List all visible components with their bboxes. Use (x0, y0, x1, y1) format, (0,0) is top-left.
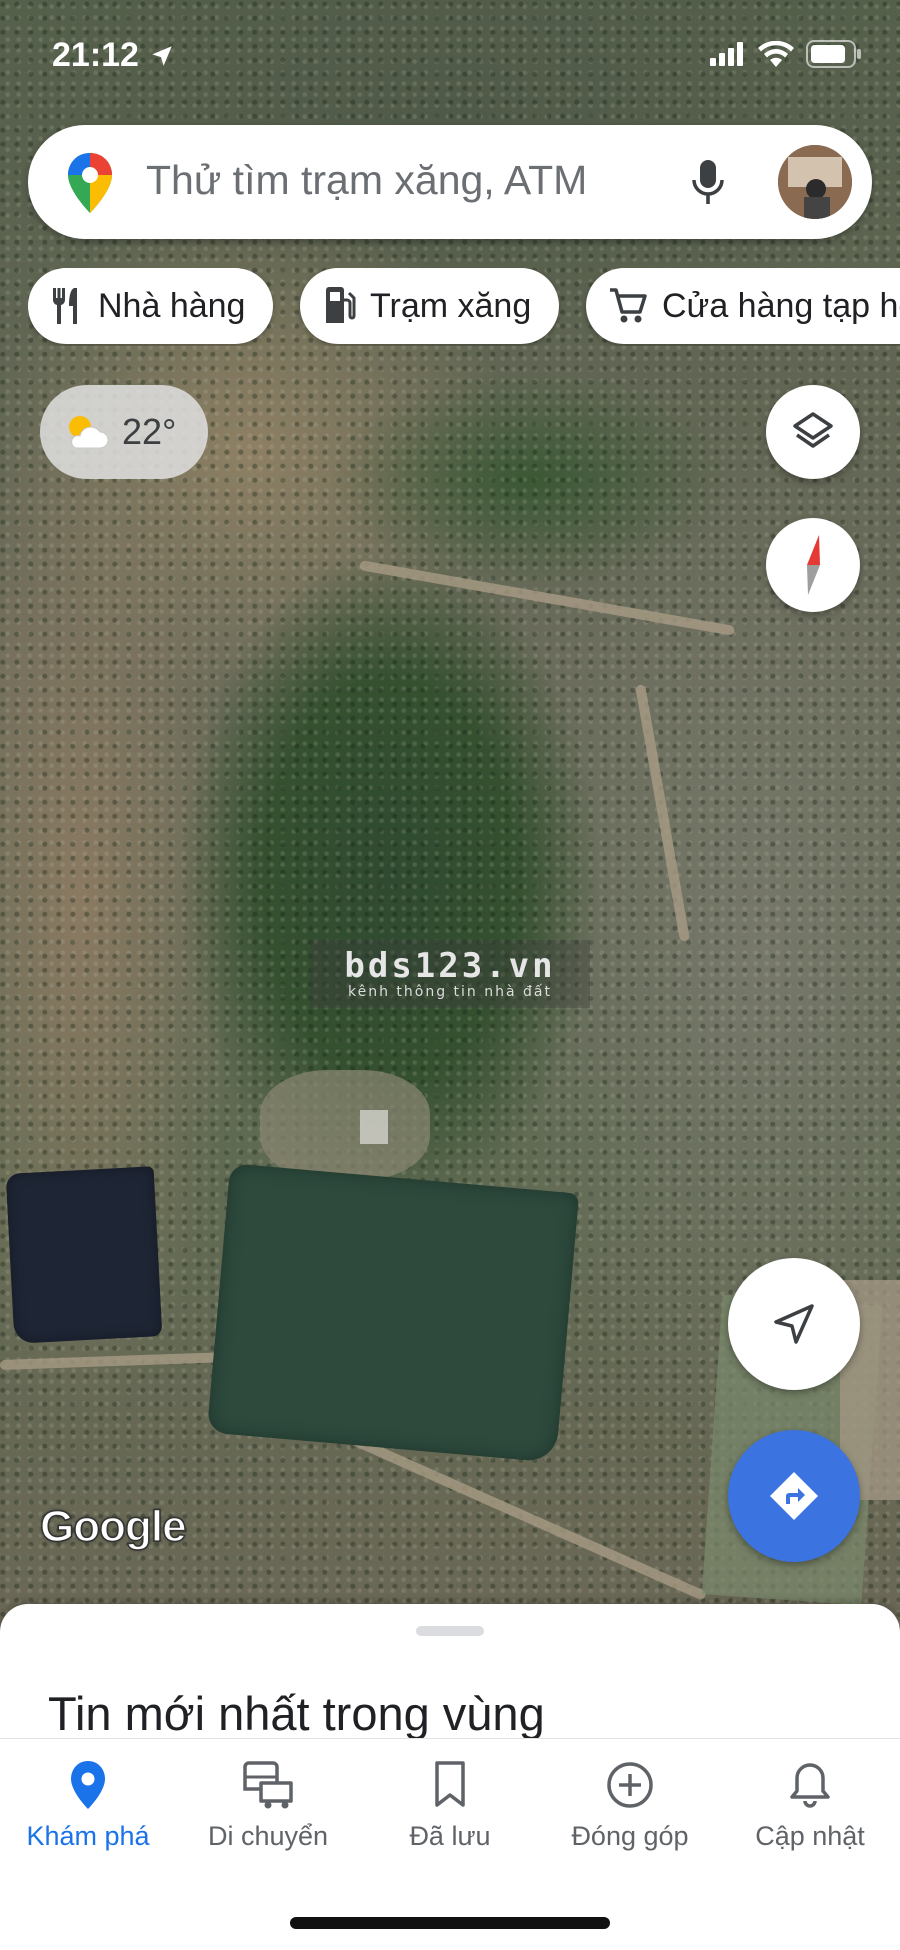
sheet-drag-handle[interactable] (416, 1626, 484, 1636)
home-indicator[interactable] (290, 1917, 610, 1929)
add-circle-icon (607, 1762, 653, 1808)
nav-label: Khám phá (26, 1821, 150, 1851)
search-input[interactable]: Thử tìm trạm xăng, ATM (146, 157, 587, 204)
restaurant-icon (52, 288, 77, 324)
status-bar: 21:12 (0, 0, 900, 100)
nav-label: Đóng góp (571, 1821, 689, 1851)
google-maps-pin-icon (68, 153, 112, 213)
location-arrow-icon (152, 45, 172, 66)
voice-search-button[interactable] (678, 153, 738, 213)
nav-updates[interactable]: Cập nhật (720, 1759, 900, 1852)
search-bar[interactable]: Thử tìm trạm xăng, ATM (28, 125, 872, 239)
watermark: bds123.vn kênh thông tin nhà đất (310, 940, 590, 1008)
bookmark-icon (435, 1761, 465, 1807)
bottom-navigation: Khám phá Di chuyển Đã lưu Đóng góp Cập n… (0, 1738, 900, 1950)
shopping-cart-icon (610, 288, 647, 323)
chip-label: Cửa hàng tạp hóa (662, 286, 900, 325)
map-clearing (260, 1070, 430, 1180)
gas-station-icon (326, 287, 356, 323)
partly-cloudy-icon (69, 416, 109, 449)
compass-icon (807, 535, 820, 595)
satellite-map[interactable]: bds123.vn kênh thông tin nhà đất Google (0, 0, 900, 1640)
commute-icon (243, 1761, 293, 1809)
account-avatar[interactable] (778, 145, 852, 219)
weather-temperature: 22° (122, 411, 177, 452)
bottom-sheet[interactable]: Tin mới nhất trong vùng (0, 1604, 900, 1744)
nav-saved[interactable]: Đã lưu (360, 1759, 540, 1852)
layers-button[interactable] (766, 385, 860, 479)
avatar-photo (778, 145, 852, 219)
battery-icon (806, 40, 861, 68)
chip-label: Nhà hàng (98, 286, 246, 325)
nav-label: Đã lưu (409, 1821, 491, 1851)
directions-button[interactable] (728, 1430, 860, 1562)
cellular-signal-icon (710, 42, 743, 66)
nav-explore[interactable]: Khám phá (0, 1759, 178, 1852)
navigation-arrow-icon (774, 1304, 814, 1344)
nav-commute[interactable]: Di chuyển (178, 1759, 358, 1852)
nav-label: Cập nhật (755, 1821, 865, 1851)
watermark-subtitle: kênh thông tin nhà đất (348, 984, 552, 1000)
status-icons (710, 40, 862, 68)
layers-icon (793, 412, 833, 448)
chip-gas-stations[interactable]: Trạm xăng (300, 268, 560, 344)
my-location-button[interactable] (728, 1258, 860, 1390)
weather-chip[interactable]: 22° (40, 385, 208, 479)
chip-label: Trạm xăng (370, 286, 532, 325)
watermark-title: bds123.vn (344, 946, 556, 986)
category-chips: Nhà hàng Trạm xăng Cửa hàng tạp hóa (28, 268, 900, 346)
directions-icon (770, 1472, 818, 1520)
wifi-icon (758, 41, 794, 67)
google-attribution: Google (39, 1501, 187, 1552)
sheet-title: Tin mới nhất trong vùng (48, 1687, 545, 1740)
map-building (360, 1110, 388, 1144)
bell-icon (790, 1763, 830, 1808)
map-pond (5, 1166, 163, 1344)
nav-contribute[interactable]: Đóng góp (540, 1759, 720, 1852)
map-pond (206, 1163, 580, 1463)
status-time-group: 21:12 (52, 36, 175, 75)
explore-pin-icon (71, 1761, 105, 1809)
nav-label: Di chuyển (207, 1821, 329, 1851)
status-time: 21:12 (52, 36, 139, 74)
chip-grocery[interactable]: Cửa hàng tạp hóa (586, 268, 900, 344)
chip-restaurants[interactable]: Nhà hàng (28, 268, 274, 344)
microphone-icon (692, 160, 724, 204)
compass-button[interactable] (766, 518, 860, 612)
